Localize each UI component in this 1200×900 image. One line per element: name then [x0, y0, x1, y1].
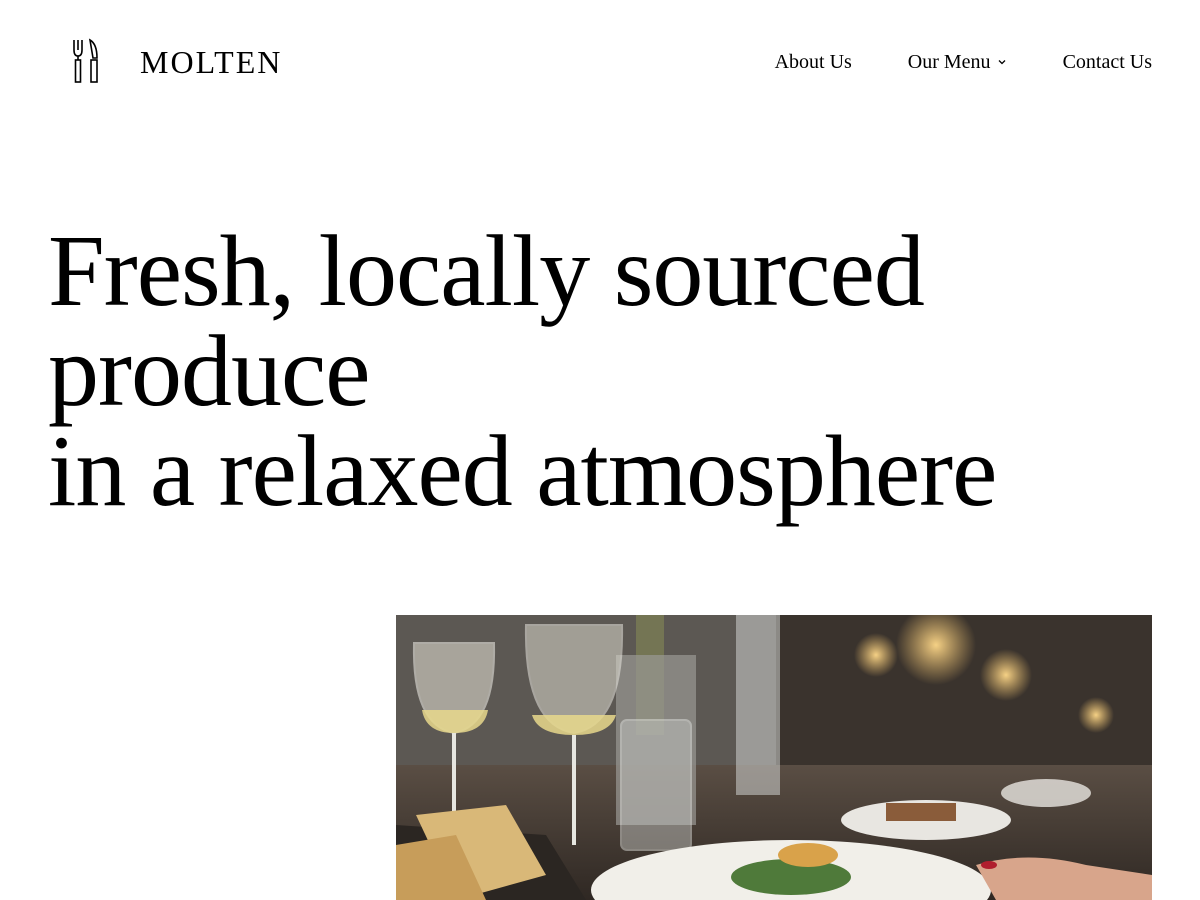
- restaurant-table-image: [396, 615, 1152, 900]
- hero-line: Fresh, locally sourced: [48, 215, 925, 328]
- fork-knife-icon: [73, 38, 98, 83]
- nav-item-label: Our Menu: [907, 51, 991, 73]
- nav-item-label: About Us: [774, 51, 852, 73]
- nav-item-about-us[interactable]: About Us: [775, 48, 852, 76]
- nav-item-contact-us[interactable]: Contact Us: [1063, 48, 1152, 76]
- main-nav: About Us Our Menu Contact Us: [775, 48, 1152, 76]
- hero-heading: Fresh, locally sourced produce in a rela…: [48, 215, 1158, 528]
- nav-item-label: Contact Us: [1062, 51, 1152, 73]
- brand-name[interactable]: MOLTEN: [140, 44, 282, 80]
- hero-photo: [396, 615, 1152, 900]
- hero-line: produce: [48, 315, 371, 428]
- logo[interactable]: [70, 38, 102, 86]
- hero-line: in a relaxed atmosphere: [48, 415, 997, 528]
- chevron-down-icon: [998, 60, 1006, 65]
- nav-item-our-menu[interactable]: Our Menu: [908, 48, 1007, 76]
- site-header: MOLTEN About Us Our Menu Contact Us: [0, 0, 1200, 120]
